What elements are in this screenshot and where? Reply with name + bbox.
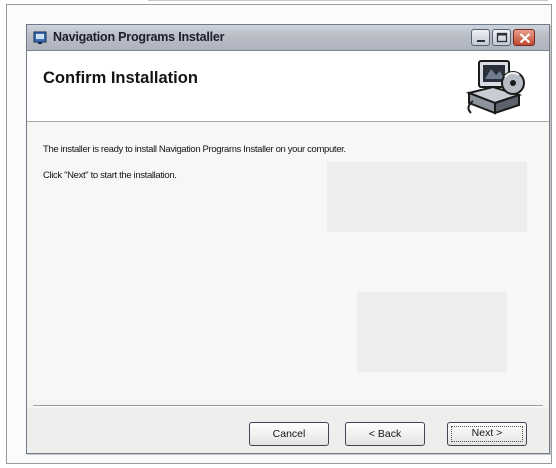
- next-instruction: Click "Next" to start the installation.: [43, 170, 177, 181]
- back-button[interactable]: < Back: [345, 422, 425, 446]
- ready-message: The installer is ready to install Naviga…: [43, 144, 346, 155]
- maximize-icon: [496, 32, 508, 43]
- title-bar[interactable]: Navigation Programs Installer: [27, 25, 549, 51]
- content-area: The installer is ready to install Naviga…: [27, 122, 549, 400]
- header-band: Confirm Installation: [27, 51, 549, 122]
- button-bar: Cancel < Back Next >: [27, 408, 549, 453]
- scan-artifact-line: [148, 0, 548, 5]
- scan-bleed-mark: [357, 292, 507, 372]
- installer-window: Navigation Programs Installer Confirm In…: [26, 24, 550, 454]
- scan-bleed-mark: [327, 162, 527, 232]
- next-button-label: Next >: [471, 427, 503, 439]
- cancel-button[interactable]: Cancel: [249, 422, 329, 446]
- installer-app-icon: [33, 31, 47, 44]
- maximize-button[interactable]: [492, 29, 511, 46]
- computer-install-icon: [465, 60, 525, 115]
- close-icon: [519, 33, 531, 44]
- close-button[interactable]: [513, 29, 535, 46]
- minimize-button[interactable]: [471, 29, 490, 46]
- minimize-icon: [477, 40, 485, 42]
- page-title: Confirm Installation: [43, 69, 198, 87]
- next-button[interactable]: Next >: [447, 422, 527, 446]
- window-title: Navigation Programs Installer: [53, 30, 225, 44]
- footer-separator: [33, 405, 543, 407]
